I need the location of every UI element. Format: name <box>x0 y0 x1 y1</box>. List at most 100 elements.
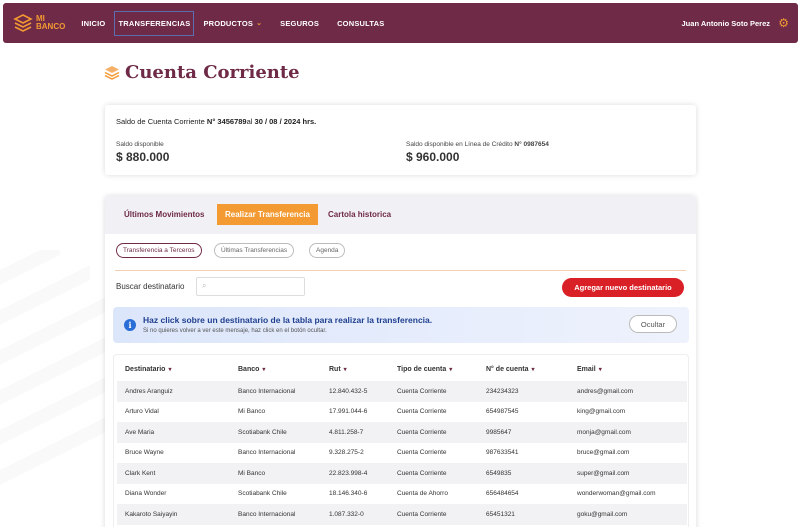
table-header-row: Destinatario ▾ Banco ▾ Rut ▾ Tipo de cuenta… <box>117 358 687 381</box>
chevron-down-icon: ▾ <box>343 367 347 373</box>
cell-destinatario: Arturo Vidal <box>125 408 159 416</box>
cell-rut: 18.146.340-6 <box>329 490 368 498</box>
column-header-numero-cuenta[interactable]: N° de cuenta ▾ <box>478 358 569 381</box>
nav-item-inicio[interactable]: INICIO <box>72 11 114 36</box>
table-row[interactable]: Bruce Wayne Banco Internacional 9.328.27… <box>117 443 687 464</box>
cell-email: king@gmail.com <box>577 408 626 416</box>
search-label: Buscar destinatario <box>116 282 185 291</box>
background-decoration <box>0 250 110 485</box>
balance-summary: Saldo de Cuenta Corriente N° 3456789al 3… <box>116 117 317 126</box>
cell-rut: 4.811.258-7 <box>321 422 389 443</box>
search-icon: ⌕ <box>202 281 207 290</box>
cell-banco: Mi Banco <box>238 408 266 416</box>
cell-numero-cuenta: 654987545 <box>486 408 519 416</box>
tab-ultimos-movimientos[interactable]: Últimos Movimientos <box>116 204 212 225</box>
cell-banco: Banco Internacional <box>230 381 321 402</box>
transfer-panel: Últimos Movimientos Realizar Transferenc… <box>105 196 696 527</box>
nav-item-seguros[interactable]: SEGUROS <box>271 11 328 36</box>
cell-numero-cuenta: 6549835 <box>478 463 569 484</box>
chevron-down-icon: ▾ <box>168 367 172 373</box>
cell-destinatario: Clark Kent <box>117 463 230 484</box>
nav-item-label: PRODUCTOS <box>203 18 254 28</box>
credit-balance-amount: $ 960.000 <box>406 150 460 164</box>
column-header-destinatario[interactable]: Destinatario ▾ <box>117 358 230 381</box>
hide-button[interactable]: Ocultar <box>629 315 677 333</box>
pill-transferencia-terceros[interactable]: Transferencia a Terceros <box>116 243 202 258</box>
cell-rut: 17.991.044-6 <box>329 408 368 416</box>
cell-tipo-cuenta: Cuenta Corriente <box>397 408 447 416</box>
cell-destinatario: Kakaroto Saiyayin <box>117 504 230 525</box>
column-header-banco[interactable]: Banco ▾ <box>230 358 321 381</box>
info-banner: i Haz click sobre un destinatario de la … <box>113 307 689 343</box>
cell-rut: 12.840.432-5 <box>321 381 389 402</box>
cell-tipo-cuenta: Cuenta Corriente <box>389 381 478 402</box>
info-title: Haz click sobre un destinatario de la ta… <box>143 315 433 325</box>
info-icon: i <box>124 319 136 331</box>
search-input[interactable] <box>213 279 303 294</box>
top-navbar: MI BANCO INICIO TRANSFERENCIAS PRODUCTOS… <box>3 3 798 43</box>
nav-item-transferencias[interactable]: TRANSFERENCIAS <box>114 10 195 36</box>
logo-icon <box>13 14 33 32</box>
user-name[interactable]: Juan Antonio Soto Perez <box>682 19 770 28</box>
cell-email: super@gmail.com <box>569 463 687 484</box>
nav-item-productos[interactable]: PRODUCTOS ⌄ <box>194 11 271 36</box>
cell-banco: Scotiabank Chile <box>230 422 321 443</box>
info-subtitle: Si no quieres volver a ver este mensaje,… <box>143 328 327 334</box>
table-row[interactable]: Diana Wonder Scotiabank Chile 18.146.340… <box>117 484 687 505</box>
cell-destinatario: Diana Wonder <box>125 490 167 498</box>
search-field[interactable]: ⌕ <box>196 277 305 296</box>
brand-logo[interactable]: MI BANCO <box>13 13 65 33</box>
page-title: Cuenta Corriente <box>125 62 300 83</box>
cell-numero-cuenta: 65451321 <box>478 504 569 525</box>
table-row[interactable]: Arturo Vidal Mi Banco 17.991.044-6 Cuent… <box>117 402 687 423</box>
cell-email: goku@gmail.com <box>569 504 687 525</box>
cell-destinatario: Ave Maria <box>117 422 230 443</box>
cell-banco: Banco Internacional <box>230 504 321 525</box>
cell-email: andres@gmail.com <box>569 381 687 402</box>
page-header: Cuenta Corriente <box>104 62 300 83</box>
cell-banco: Banco Internacional <box>238 449 296 457</box>
cell-banco: Scotiabank Chile <box>238 490 287 498</box>
cell-rut: 22.823.998-4 <box>321 463 389 484</box>
pill-ultimas-transferencias[interactable]: Últimas Transferencias <box>214 243 295 258</box>
table-row[interactable]: Andres Aranguiz Banco Internacional 12.8… <box>117 381 687 402</box>
cell-tipo-cuenta: Cuenta Corriente <box>397 449 447 457</box>
cell-destinatario: Bruce Wayne <box>125 449 164 457</box>
available-balance-label: Saldo disponible <box>116 141 164 148</box>
cell-destinatario: Andres Aranguiz <box>117 381 230 402</box>
gear-icon[interactable]: ⚙ <box>778 16 789 30</box>
recipients-table: Destinatario ▾ Banco ▾ Rut ▾ Tipo de cuenta… <box>113 354 689 527</box>
cell-numero-cuenta: 656484654 <box>486 490 519 498</box>
chevron-down-icon: ▾ <box>531 367 535 373</box>
table-row[interactable]: Clark Kent Mi Banco 22.823.998-4 Cuenta … <box>117 463 687 484</box>
cell-rut: 9.328.275-2 <box>329 449 364 457</box>
nav-item-consultas[interactable]: CONSULTAS <box>328 11 393 36</box>
tab-realizar-transferencia[interactable]: Realizar Transferencia <box>217 204 318 225</box>
available-balance-amount: $ 880.000 <box>116 150 170 164</box>
account-icon <box>104 65 120 80</box>
cell-email: wonderwoman@gmail.com <box>577 490 656 498</box>
pill-agenda[interactable]: Agenda <box>309 243 346 258</box>
table-row[interactable]: Ave Maria Scotiabank Chile 4.811.258-7 C… <box>117 422 687 443</box>
cell-numero-cuenta: 234234323 <box>478 381 569 402</box>
cell-email: monja@gmail.com <box>569 422 687 443</box>
column-header-tipo-cuenta[interactable]: Tipo de cuenta ▾ <box>389 358 478 381</box>
cell-rut: 1.087.332-0 <box>321 504 389 525</box>
add-recipient-button[interactable]: Agregar nuevo destinatario <box>562 278 684 297</box>
credit-balance-label: Saldo disponible en Línea de Crédito N° … <box>406 141 549 148</box>
cell-tipo-cuenta: Cuenta de Ahorro <box>397 490 448 498</box>
cell-tipo-cuenta: Cuenta Corriente <box>389 422 478 443</box>
logo-text: MI BANCO <box>36 14 66 31</box>
tab-bar: Últimos Movimientos Realizar Transferenc… <box>105 196 696 234</box>
chevron-down-icon: ⌄ <box>256 20 263 27</box>
balance-card: Saldo de Cuenta Corriente N° 3456789al 3… <box>105 105 696 175</box>
chevron-down-icon: ▾ <box>449 367 453 373</box>
cell-email: bruce@gmail.com <box>577 449 630 457</box>
table-row[interactable]: Kakaroto Saiyayin Banco Internacional 1.… <box>117 504 687 525</box>
column-header-rut[interactable]: Rut ▾ <box>321 358 389 381</box>
cell-tipo-cuenta: Cuenta Corriente <box>389 463 478 484</box>
cell-banco: Mi Banco <box>230 463 321 484</box>
tab-cartola-historica[interactable]: Cartola historica <box>320 204 399 225</box>
column-header-email[interactable]: Email ▾ <box>569 358 687 381</box>
cell-numero-cuenta: 9985647 <box>478 422 569 443</box>
